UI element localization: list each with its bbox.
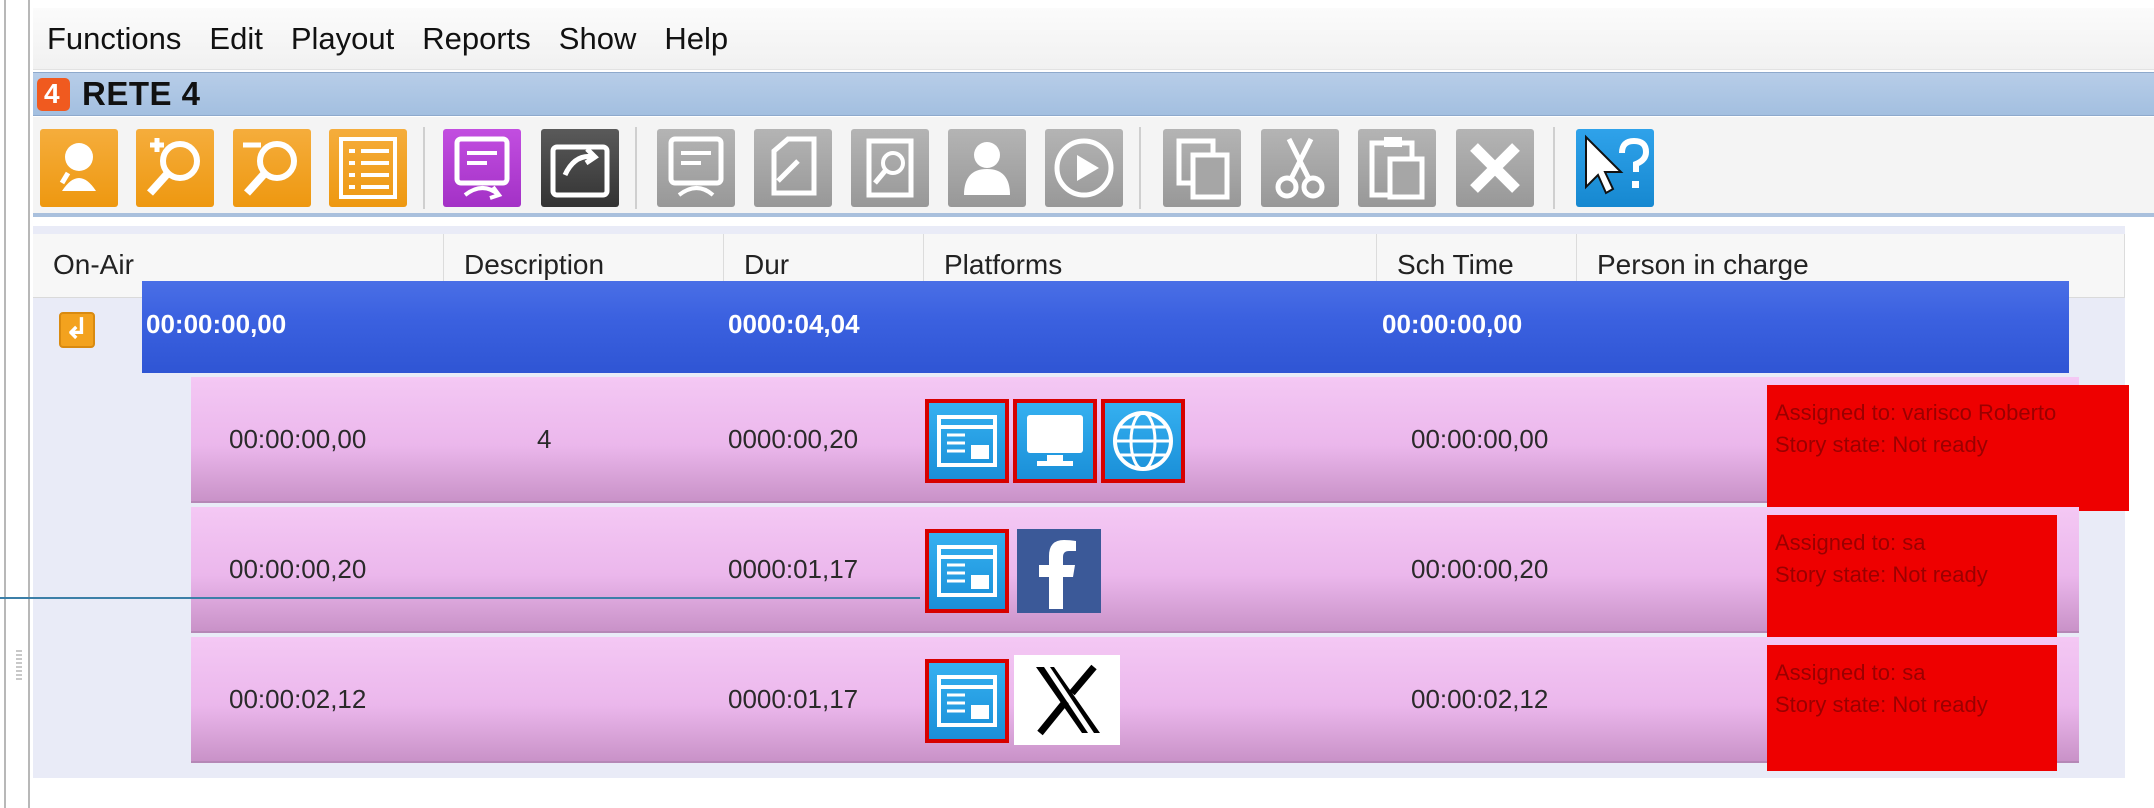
document-icon [771, 136, 817, 196]
story-dur: 0000:00,20 [728, 424, 859, 454]
web-page-icon[interactable] [925, 399, 1009, 483]
person-button[interactable] [948, 129, 1026, 207]
story-state-label: Story state: Not ready [1775, 432, 1988, 457]
transfer-gray-icon [668, 136, 724, 197]
assigned-to-label: Assigned to: sa [1775, 530, 1926, 555]
help-button[interactable] [1576, 129, 1654, 207]
story-description: 4 [537, 424, 552, 454]
paste-icon [1369, 137, 1425, 200]
assigned-to-label: Assigned to: varisco Roberto [1775, 400, 2057, 425]
story-dur: 0000:01,17 [728, 554, 859, 584]
person-in-charge-cell[interactable]: Assigned to: sa Story state: Not ready [1767, 645, 2057, 771]
tv-monitor-icon[interactable] [1013, 399, 1097, 483]
story-dur: 0000:01,17 [728, 684, 859, 714]
story-sch-time: 00:00:02,12 [1411, 684, 1549, 714]
toolbar-separator [1139, 127, 1141, 209]
story-on-air: 00:00:00,00 [229, 424, 367, 454]
story-on-air: 00:00:00,20 [229, 554, 367, 584]
www-globe-icon[interactable] [1101, 399, 1185, 483]
group-dur: 0000:04,04 [728, 309, 860, 339]
cut-button[interactable] [1261, 129, 1339, 207]
transfer-purple-button[interactable] [443, 129, 521, 207]
rundown-title: RETE 4 [82, 75, 201, 112]
group-expand-icon[interactable] [59, 312, 95, 348]
menu-show[interactable]: Show [559, 21, 637, 57]
toolbar-separator [1553, 127, 1555, 209]
rundown-title-bar: RETE 4 [33, 72, 2154, 116]
assigned-to-label: Assigned to: sa [1775, 660, 1926, 685]
transfer-dark-button[interactable] [541, 129, 619, 207]
story-sch-time: 00:00:00,00 [1411, 424, 1549, 454]
story-on-air: 00:00:02,12 [229, 684, 367, 714]
delete-button[interactable] [1456, 129, 1534, 207]
story-state-label: Story state: Not ready [1775, 562, 1988, 587]
story-state-label: Story state: Not ready [1775, 692, 1988, 717]
copy-button[interactable] [1163, 129, 1241, 207]
search-document-icon [866, 138, 914, 198]
menu-playout[interactable]: Playout [291, 21, 394, 57]
splitter-grip[interactable] [16, 650, 22, 680]
menu-edit[interactable]: Edit [209, 21, 262, 57]
facebook-icon[interactable] [1017, 529, 1101, 613]
web-page-icon[interactable] [925, 529, 1009, 613]
menu-functions[interactable]: Functions [47, 21, 181, 57]
paste-button[interactable] [1358, 129, 1436, 207]
gutter-line [28, 0, 30, 808]
left-gutter [0, 0, 32, 808]
drag-guide-line [0, 597, 920, 599]
zoom-out-button[interactable] [233, 129, 311, 207]
story-row[interactable]: 00:00:00,20 0000:01,17 00:00:00,20 Assig… [191, 507, 2079, 641]
toolbar [33, 117, 2154, 217]
menu-reports[interactable]: Reports [422, 21, 531, 57]
zoom-out-icon [243, 141, 297, 196]
play-button[interactable] [1045, 129, 1123, 207]
menu-help[interactable]: Help [664, 21, 728, 57]
delete-icon [1470, 143, 1520, 193]
document-button[interactable] [754, 129, 832, 207]
story-row[interactable]: 00:00:02,12 0000:01,17 00:00:02,12 Assig… [191, 637, 2079, 771]
help-icon [1585, 134, 1650, 195]
group-sch-time: 00:00:00,00 [1382, 309, 1523, 339]
channel-logo-icon [37, 77, 70, 111]
person-pin-button[interactable] [40, 129, 118, 207]
list-icon [339, 137, 397, 199]
transfer-purple-icon [454, 136, 510, 200]
person-pin-icon [59, 143, 96, 191]
gutter-line [4, 0, 6, 808]
zoom-in-button[interactable] [136, 129, 214, 207]
search-document-button[interactable] [851, 129, 929, 207]
person-in-charge-cell[interactable]: Assigned to: varisco Roberto Story state… [1767, 385, 2129, 511]
story-row[interactable]: 00:00:00,00 4 0000:00,20 00:00:00,00 Ass… [191, 377, 2129, 511]
list-button[interactable] [329, 129, 407, 207]
transfer-gray-button[interactable] [657, 129, 735, 207]
zoom-in-icon [147, 138, 200, 196]
play-icon [1054, 138, 1114, 198]
transfer-dark-icon [550, 144, 610, 198]
cut-icon [1275, 137, 1325, 199]
group-on-air: 00:00:00,00 [146, 309, 287, 339]
person-in-charge-cell[interactable]: Assigned to: sa Story state: Not ready [1767, 515, 2057, 641]
story-sch-time: 00:00:00,20 [1411, 554, 1549, 584]
person-icon [964, 142, 1010, 195]
toolbar-separator [423, 127, 425, 209]
rundown-group-row[interactable]: 00:00:00,00 0000:04,04 00:00:00,00 [142, 281, 2069, 373]
web-page-icon[interactable] [925, 659, 1009, 743]
rundown-grid: On-Air Description Dur Platforms Sch Tim… [33, 226, 2129, 778]
menu-bar: Functions Edit Playout Reports Show Help [33, 8, 2154, 70]
toolbar-separator [635, 127, 637, 209]
x-logo-icon[interactable] [1014, 655, 1120, 745]
copy-icon [1176, 138, 1230, 200]
